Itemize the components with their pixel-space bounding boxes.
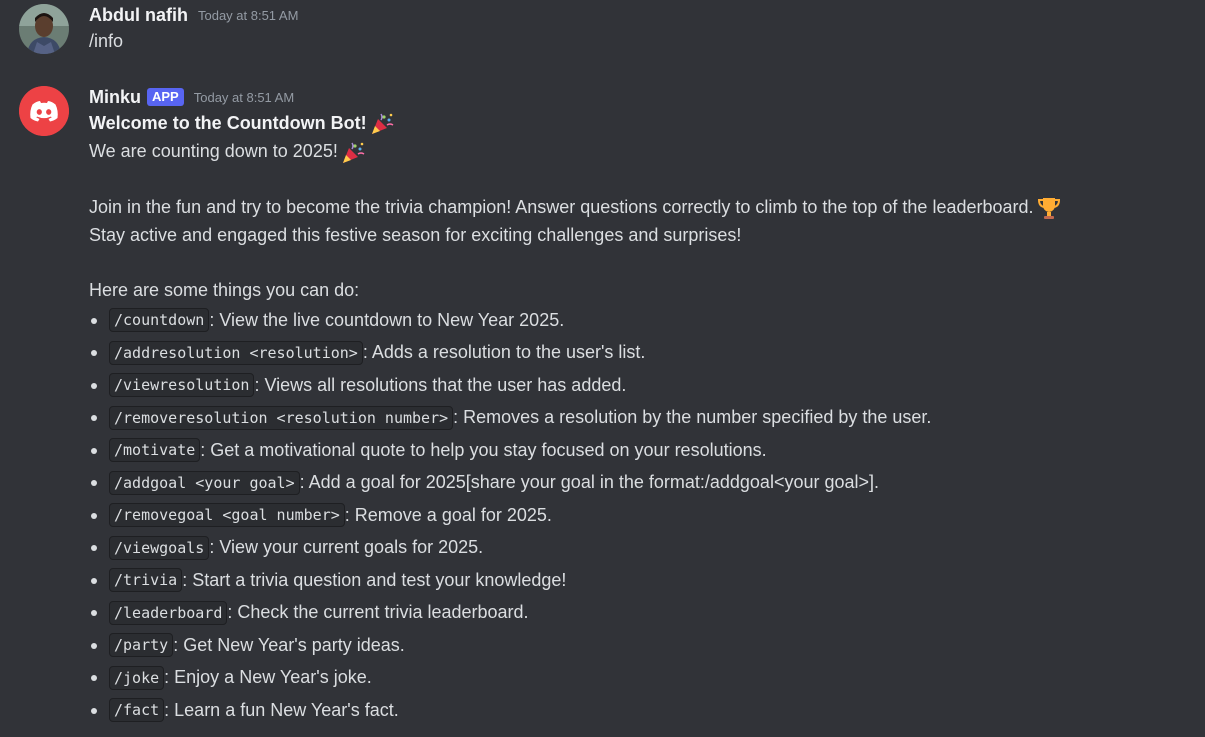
bullet-icon — [91, 610, 97, 617]
command-list-item: /trivia: Start a trivia question and tes… — [89, 564, 1195, 597]
command-list-item: /countdown: View the live countdown to N… — [89, 304, 1195, 337]
user-avatar[interactable] — [19, 4, 69, 54]
command-description: : Get New Year's party ideas. — [173, 634, 405, 655]
command-list-item: /addgoal <your goal>: Add a goal for 202… — [89, 466, 1195, 499]
command-description: : Start a trivia question and test your … — [182, 569, 567, 590]
bullet-icon — [91, 317, 97, 324]
command-description: : Remove a goal for 2025. — [344, 504, 552, 525]
bot-intro: Here are some things you can do: — [89, 279, 360, 300]
command-description: : Check the current trivia leaderboard. — [227, 602, 529, 622]
command-code: /viewgoals — [109, 535, 210, 560]
bot-paragraph-2: Stay active and engaged this festive sea… — [89, 224, 742, 245]
bullet-icon — [91, 577, 97, 584]
bot-paragraph-1: Join in the fun and try to become the tr… — [89, 193, 1195, 221]
command-list-item: /removegoal <goal number>: Remove a goal… — [89, 499, 1195, 532]
command-code: /motivate — [109, 438, 201, 462]
command-list-item: /addresolution <resolution>: Adds a reso… — [89, 336, 1195, 369]
command-list-item: /removeresolution <resolution number>: R… — [89, 401, 1195, 434]
command-description: : Removes a resolution by the number spe… — [453, 407, 932, 427]
command-code: /addgoal <your goal> — [109, 470, 300, 495]
bullet-icon — [91, 480, 97, 487]
command-list-item: /motivate: Get a motivational quote to h… — [89, 434, 1195, 467]
party-popper-icon — [342, 142, 365, 163]
command-description: : Get a motivational quote to help you s… — [200, 439, 767, 460]
command-code: /countdown — [109, 308, 210, 332]
command-code: /removeresolution <resolution number> — [109, 405, 454, 430]
command-list-item: /fact: Learn a fun New Year's fact. — [89, 694, 1195, 727]
bullet-icon — [91, 382, 97, 389]
user-message-text: /info — [89, 31, 124, 51]
command-code: /fact — [109, 698, 165, 722]
command-code: /addresolution <resolution> — [109, 340, 363, 365]
user-username[interactable]: Abdul nafih — [89, 5, 188, 26]
bullet-icon — [91, 350, 97, 357]
command-list-item: /party: Get New Year's party ideas. — [89, 629, 1195, 662]
trophy-icon — [1037, 197, 1060, 219]
bot-avatar[interactable] — [19, 86, 69, 136]
command-code: /leaderboard — [109, 600, 228, 625]
command-description: : Learn a fun New Year's fact. — [164, 699, 399, 720]
party-popper-icon — [371, 113, 394, 135]
user-timestamp: Today at 8:51 AM — [197, 7, 299, 23]
bullet-icon — [91, 545, 97, 552]
bullet-icon — [91, 707, 97, 714]
command-list-item: /leaderboard: Check the current trivia l… — [89, 596, 1195, 629]
discord-logo-icon — [19, 86, 69, 136]
command-code: /joke — [109, 665, 165, 690]
bot-countdown-line: We are counting down to 2025! — [89, 137, 1195, 165]
command-code: /trivia — [109, 568, 183, 592]
command-description: : Add a goal for 2025[share your goal in… — [299, 472, 880, 492]
command-code: /party — [109, 633, 174, 657]
bullet-icon — [91, 415, 97, 422]
app-badge: APP — [147, 88, 184, 106]
bullet-icon — [91, 512, 97, 519]
bot-title: Welcome to the Countdown Bot! — [89, 109, 1195, 137]
command-code: /removegoal <goal number> — [109, 503, 345, 527]
command-description: : Enjoy a New Year's joke. — [164, 667, 372, 687]
command-list-item: /viewresolution: Views all resolutions t… — [89, 369, 1195, 402]
bot-username[interactable]: Minku — [89, 87, 141, 108]
command-description: : Adds a resolution to the user's list. — [362, 342, 646, 362]
bot-timestamp: Today at 8:51 AM — [193, 89, 295, 105]
command-list-item: /joke: Enjoy a New Year's joke. — [89, 661, 1195, 694]
command-list-item: /viewgoals: View your current goals for … — [89, 531, 1195, 564]
bullet-icon — [91, 447, 97, 454]
command-description: : Views all resolutions that the user ha… — [254, 374, 627, 395]
command-list: /countdown: View the live countdown to N… — [89, 304, 1195, 727]
command-description: : View the live countdown to New Year 20… — [209, 309, 565, 330]
command-description: : View your current goals for 2025. — [209, 537, 484, 557]
bullet-icon — [91, 675, 97, 682]
command-code: /viewresolution — [109, 373, 255, 397]
bullet-icon — [91, 642, 97, 649]
